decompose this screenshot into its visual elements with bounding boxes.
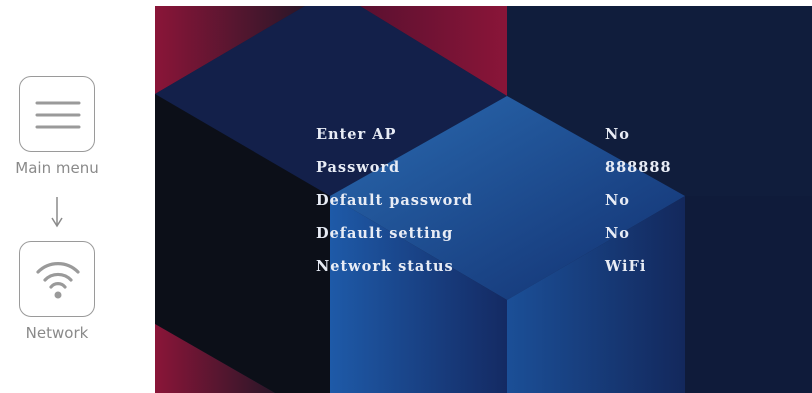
menu-row-password[interactable]: Password 888888 (316, 159, 716, 192)
main-menu-button[interactable] (19, 76, 95, 152)
menu-row-label: Default password (316, 192, 474, 209)
menu-row-default-password[interactable]: Default password No (316, 192, 716, 225)
network-settings-menu: Enter AP No Password 888888 Default pass… (316, 126, 716, 291)
menu-row-enter-ap[interactable]: Enter AP No (316, 126, 716, 159)
menu-row-label: Network status (316, 258, 454, 275)
main-menu-label: Main menu (15, 159, 99, 177)
down-arrow-icon (51, 197, 63, 228)
menu-row-value: WiFi (605, 258, 647, 275)
menu-row-label: Default setting (316, 225, 454, 242)
menu-row-network-status[interactable]: Network status WiFi (316, 258, 716, 291)
network-button[interactable] (19, 241, 95, 317)
menu-row-label: Password (316, 159, 401, 176)
menu-row-label: Enter AP (316, 126, 397, 143)
menu-row-value: 888888 (605, 159, 672, 176)
device-screen: Enter AP No Password 888888 Default pass… (155, 6, 812, 393)
menu-row-default-setting[interactable]: Default setting No (316, 225, 716, 258)
network-label: Network (25, 324, 89, 342)
menu-row-value: No (605, 192, 630, 209)
menu-row-value: No (605, 126, 630, 143)
navigation-sidebar: Main menu Network (0, 0, 155, 393)
wifi-icon (36, 262, 80, 299)
hamburger-menu-icon (35, 101, 81, 129)
menu-row-value: No (605, 225, 630, 242)
